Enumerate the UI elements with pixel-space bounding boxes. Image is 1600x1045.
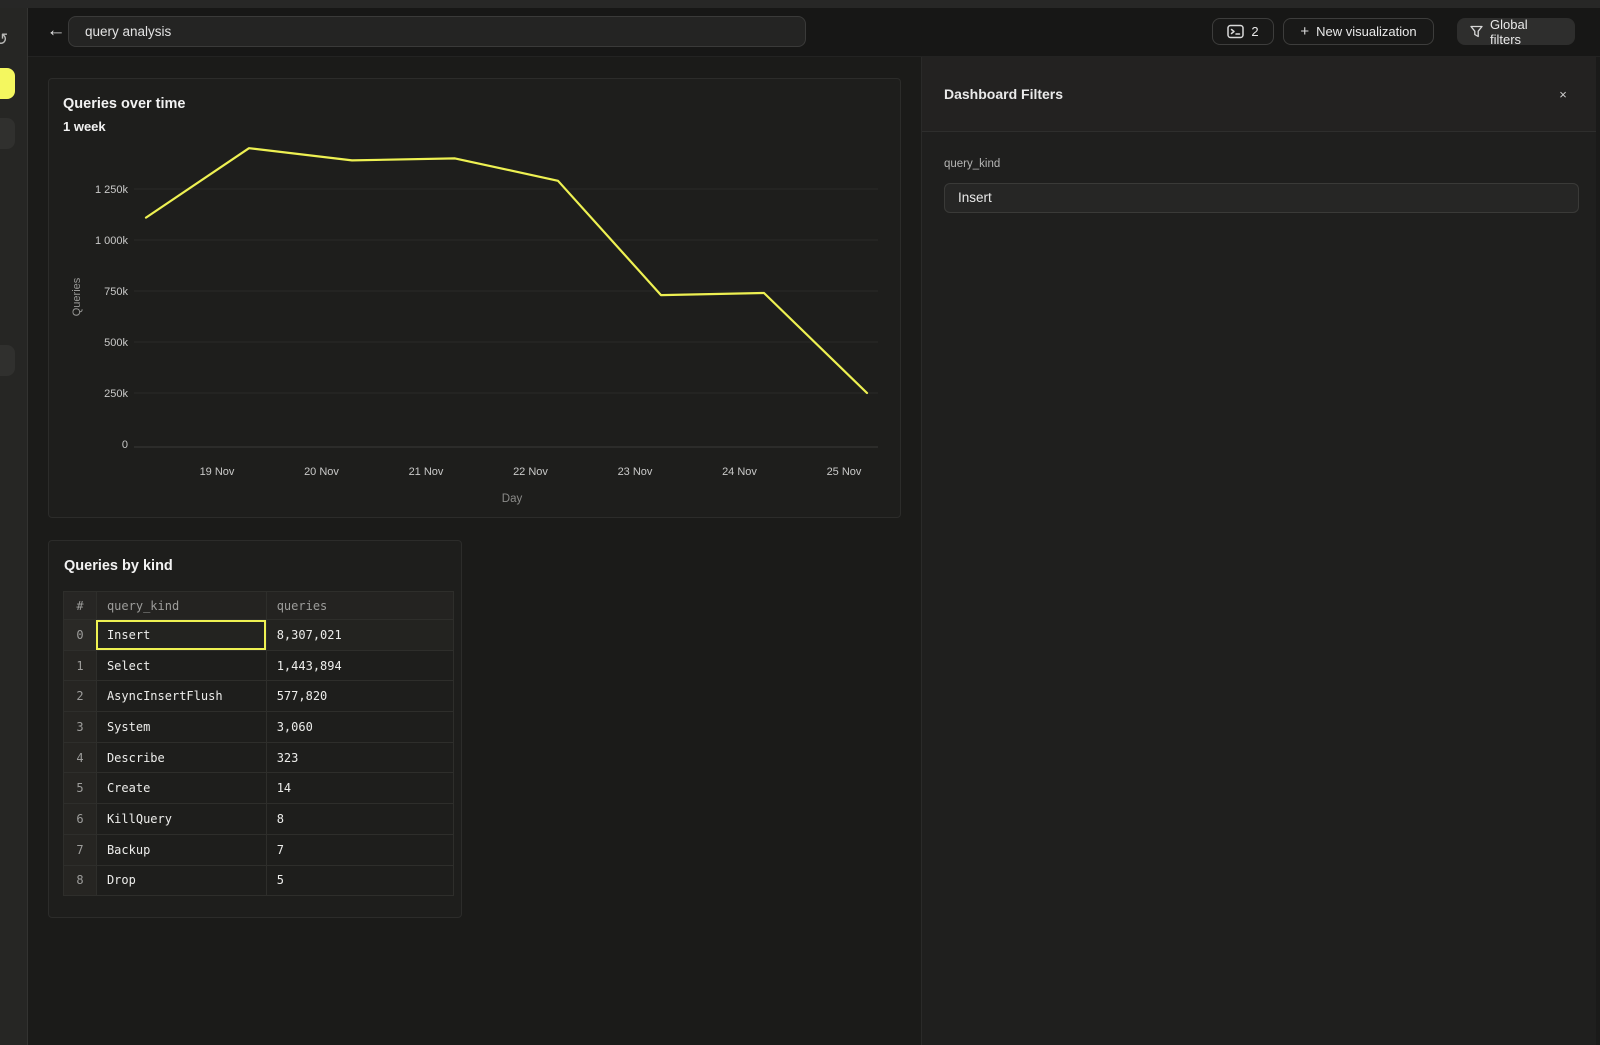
sidebar-item[interactable] [0, 345, 15, 376]
new-visualization-label: New visualization [1316, 24, 1416, 39]
filters-panel-title: Dashboard Filters [944, 86, 1063, 102]
table-row: 5Create14 [64, 773, 454, 804]
dashboard-canvas: Queries over time 1 week 0250k500k750k1 … [28, 57, 921, 1045]
query-kind-cell[interactable]: Describe [96, 742, 266, 773]
x-tick-label: 20 Nov [304, 466, 339, 478]
queries-value-cell: 577,820 [266, 681, 453, 712]
query-kind-cell[interactable]: Drop [96, 865, 266, 896]
queries-line-chart: 0 250k 500k 750k 1 000k 1 250k 19 Nov 20 Nov 21 … [49, 79, 902, 519]
table-row: 0Insert8,307,021 [64, 620, 454, 651]
sidebar-item[interactable] [0, 118, 15, 149]
queries-table-body: 0Insert8,307,0211Select1,443,8942AsyncIn… [64, 620, 454, 896]
global-filters-button[interactable]: Global filters [1457, 18, 1575, 45]
y-tick-label: 750k [104, 286, 128, 298]
back-button[interactable]: ← [42, 17, 70, 45]
x-tick-label: 19 Nov [200, 466, 235, 478]
x-tick-label: 21 Nov [409, 466, 444, 478]
history-icon[interactable]: ↺ [0, 30, 8, 50]
row-index-cell: 0 [64, 620, 97, 651]
table-row: 1Select1,443,894 [64, 650, 454, 681]
table-row: 6KillQuery8 [64, 804, 454, 835]
queries-value-cell: 7 [266, 834, 453, 865]
column-header-queries: queries [266, 592, 453, 620]
query-kind-filter-input[interactable]: Insert [944, 183, 1579, 213]
row-index-cell: 4 [64, 742, 97, 773]
query-kind-cell[interactable]: Backup [96, 834, 266, 865]
query-kind-cell[interactable]: Insert [96, 620, 266, 651]
table-row: 7Backup7 [64, 834, 454, 865]
table-header-row: # query_kind queries [64, 592, 454, 620]
query-kind-cell[interactable]: KillQuery [96, 804, 266, 835]
visualization-count-button[interactable]: 2 [1212, 18, 1274, 45]
sql-console-icon [1227, 24, 1244, 39]
window-top-strip [0, 0, 1600, 8]
filters-panel-header: Dashboard Filters [922, 57, 1600, 132]
row-index-cell: 6 [64, 804, 97, 835]
table-title: Queries by kind [64, 558, 173, 574]
x-tick-label: 23 Nov [618, 466, 653, 478]
column-header-index: # [64, 592, 97, 620]
panel-scroll-gutter [1596, 57, 1600, 1045]
queries-value-cell: 8,307,021 [266, 620, 453, 651]
y-tick-label: 500k [104, 337, 128, 349]
visualization-count: 2 [1251, 24, 1258, 39]
dashboard-title-input[interactable]: query analysis [68, 16, 806, 47]
queries-value-cell: 1,443,894 [266, 650, 453, 681]
new-visualization-button[interactable]: + New visualization [1283, 18, 1434, 45]
sidebar-item-active-dashboard[interactable] [0, 68, 15, 99]
table-row: 3System3,060 [64, 712, 454, 743]
row-index-cell: 7 [64, 834, 97, 865]
row-index-cell: 1 [64, 650, 97, 681]
y-tick-label: 1 250k [95, 184, 129, 196]
y-tick-label: 0 [122, 439, 128, 451]
x-tick-label: 24 Nov [722, 466, 757, 478]
query-kind-cell[interactable]: Select [96, 650, 266, 681]
table-row: 8Drop5 [64, 865, 454, 896]
queries-over-time-card: Queries over time 1 week 0250k500k750k1 … [48, 78, 901, 518]
queries-by-kind-table: # query_kind queries 0Insert8,307,0211Se… [63, 591, 454, 896]
plus-icon: + [1300, 23, 1309, 40]
queries-value-cell: 323 [266, 742, 453, 773]
sidebar: ↺ [0, 8, 28, 1045]
filter-funnel-icon [1470, 25, 1483, 38]
query-kind-cell[interactable]: Create [96, 773, 266, 804]
queries-series-line [146, 148, 867, 393]
x-tick-label: 25 Nov [827, 466, 862, 478]
queries-value-cell: 14 [266, 773, 453, 804]
queries-value-cell: 3,060 [266, 712, 453, 743]
table-row: 4Describe323 [64, 742, 454, 773]
query-kind-cell[interactable]: System [96, 712, 266, 743]
queries-value-cell: 5 [266, 865, 453, 896]
queries-value-cell: 8 [266, 804, 453, 835]
dashboard-filters-panel: Dashboard Filters × query_kind Insert [921, 57, 1600, 1045]
close-icon[interactable]: × [1554, 86, 1572, 104]
x-axis-title: Day [502, 493, 523, 505]
x-tick-label: 22 Nov [513, 466, 548, 478]
y-axis-title: Queries [71, 277, 83, 316]
topbar: ← query analysis 2 + New visualization G… [28, 8, 1600, 57]
table-row: 2AsyncInsertFlush577,820 [64, 681, 454, 712]
query-kind-cell[interactable]: AsyncInsertFlush [96, 681, 266, 712]
row-index-cell: 5 [64, 773, 97, 804]
row-index-cell: 8 [64, 865, 97, 896]
queries-by-kind-card: Queries by kind # query_kind queries 0In… [48, 540, 462, 918]
filter-field-label: query_kind [944, 158, 1000, 170]
column-header-query-kind: query_kind [96, 592, 266, 620]
row-index-cell: 2 [64, 681, 97, 712]
global-filters-label: Global filters [1490, 17, 1562, 47]
y-tick-label: 1 000k [95, 235, 129, 247]
y-tick-label: 250k [104, 388, 128, 400]
row-index-cell: 3 [64, 712, 97, 743]
